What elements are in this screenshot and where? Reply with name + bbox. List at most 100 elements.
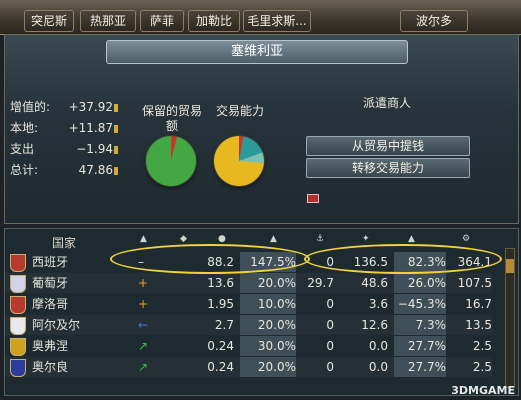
cell-percent: 26.0% xyxy=(394,273,446,293)
cell-value: 12.6 xyxy=(361,318,388,332)
transfer-trade-power-button[interactable]: 转移交易能力 xyxy=(306,158,470,178)
country-name: 奥尔良 xyxy=(32,360,69,374)
scrollbar-thumb[interactable] xyxy=(506,259,514,273)
total-header-icon: ⚙ xyxy=(462,234,471,244)
cell-value: 48.6 xyxy=(361,276,388,290)
cell-percent: 10.0% xyxy=(240,294,296,314)
trade-power-label: 交易能力 xyxy=(215,104,264,118)
country-name: 摩洛哥 xyxy=(32,297,69,311)
trade-action-icon: ← xyxy=(138,318,149,332)
trade-action-icon: ↗ xyxy=(138,360,149,374)
collect-from-trade-button[interactable]: 从贸易中提钱 xyxy=(306,136,470,156)
stat-value: −1.94 xyxy=(76,140,118,158)
cell-value: 0 xyxy=(326,297,334,311)
cell-percent: 27.7% xyxy=(394,336,446,356)
cell-percent: 30.0% xyxy=(240,336,296,356)
tab-genoa[interactable]: 热那亚 xyxy=(80,10,136,32)
stat-outgoing: 支出 −1.94 xyxy=(10,140,124,158)
cell-value: 0.0 xyxy=(368,339,388,353)
cell-value: 2.5 xyxy=(472,339,492,353)
stat-local: 本地: +11.87 xyxy=(10,119,124,137)
cell-value: 1.95 xyxy=(207,297,234,311)
stat-label: 增值的: xyxy=(10,100,51,114)
country-flag-icon[interactable] xyxy=(10,338,26,356)
stat-label: 本地: xyxy=(10,121,39,135)
table-row[interactable]: 摩洛哥 +1.95 10.0% 0 3.6 −45.3% 16.7 xyxy=(4,294,492,314)
stat-total: 总计: 47.86 xyxy=(10,161,124,179)
cell-percent: 82.3% xyxy=(394,252,446,272)
flag-icon xyxy=(307,194,319,203)
trade-power-header-icon: ✦ xyxy=(362,234,370,244)
tab-bordeaux[interactable]: 波尔多 xyxy=(400,10,468,32)
tab-safi[interactable]: 萨菲 xyxy=(140,10,184,32)
table-row[interactable]: 葡萄牙 +13.6 20.0% 29.7 48.6 26.0% 107.5 xyxy=(4,273,492,293)
cell-percent: 147.5% xyxy=(240,252,296,272)
share-header-icon: ▲ xyxy=(408,234,415,244)
cell-value: 2.7 xyxy=(214,318,234,332)
cell-value: 29.7 xyxy=(307,276,334,290)
cell-value: 3.6 xyxy=(368,297,388,311)
trade-value-stats: 增值的: +37.92 本地: +11.87 支出 −1.94 总计: 47.8… xyxy=(10,98,124,182)
cell-value: 136.5 xyxy=(353,255,388,269)
country-name: 阿尔及尔 xyxy=(32,318,81,332)
province-tab-bar: 突尼斯 热那亚 萨菲 加勒比 毛里求斯... 波尔多 xyxy=(0,0,521,35)
cell-value: 0 xyxy=(326,255,334,269)
cell-value: 0 xyxy=(326,318,334,332)
country-column-header: 国家 xyxy=(52,236,77,250)
cell-value: 13.6 xyxy=(207,276,234,290)
table-row[interactable]: 奥弗涅 ↗ 0.24 30.0% 0 0.0 27.7% 2.5 xyxy=(4,336,492,356)
ducat-icon xyxy=(114,104,118,112)
cell-value: 16.7 xyxy=(465,297,492,311)
value-header-icon: ● xyxy=(218,234,226,244)
trade-action-icon: + xyxy=(138,276,149,290)
cell-value: 13.5 xyxy=(465,318,492,332)
table-row[interactable]: 阿尔及尔 ← 2.7 20.0% 0 12.6 7.3% 13.5 xyxy=(4,315,492,335)
ducat-icon xyxy=(114,167,118,175)
cell-percent: −45.3% xyxy=(394,294,446,314)
ducat-icon xyxy=(114,125,118,133)
trade-action-icon: – xyxy=(138,255,144,269)
country-flag-icon[interactable] xyxy=(10,254,26,272)
cell-value: 364.1 xyxy=(457,255,492,269)
cell-value: 88.2 xyxy=(207,255,234,269)
table-row[interactable]: 西班牙 – 88.2 147.5% 0 136.5 82.3% 364.1 xyxy=(4,252,492,272)
cell-value: 2.5 xyxy=(472,360,492,374)
cell-percent: 20.0% xyxy=(240,357,296,377)
country-name: 西班牙 xyxy=(32,255,69,269)
tab-tunis[interactable]: 突尼斯 xyxy=(24,10,74,32)
tab-caribbean[interactable]: 加勒比 xyxy=(188,10,240,32)
table-row[interactable]: 奥尔良 ↗ 0.24 20.0% 0 0.0 27.7% 2.5 xyxy=(4,357,492,377)
retained-trade-pie[interactable] xyxy=(146,136,196,186)
tab-mauritius[interactable]: 毛里求斯... xyxy=(243,10,311,32)
trade-action-icon: + xyxy=(138,297,149,311)
country-flag-icon[interactable] xyxy=(10,296,26,314)
send-merchant-label: 派遣商人 xyxy=(362,96,411,110)
cell-value: 0.0 xyxy=(368,360,388,374)
table-scrollbar[interactable] xyxy=(505,248,515,388)
cell-percent: 20.0% xyxy=(240,315,296,335)
stat-value: 47.86 xyxy=(79,161,118,179)
country-name: 葡萄牙 xyxy=(32,276,69,290)
country-flag-icon[interactable] xyxy=(10,359,26,377)
cell-value: 0 xyxy=(326,360,334,374)
ship-header-icon: ⚓ xyxy=(316,234,325,244)
country-name: 奥弗涅 xyxy=(32,339,69,353)
ducat-icon xyxy=(114,146,118,154)
stat-label: 支出 xyxy=(10,142,35,156)
cell-value: 0 xyxy=(326,339,334,353)
cell-value: 0.24 xyxy=(207,360,234,374)
cell-percent: 20.0% xyxy=(240,273,296,293)
cell-value: 0.24 xyxy=(207,339,234,353)
country-flag-icon[interactable] xyxy=(10,317,26,335)
stat-increased: 增值的: +37.92 xyxy=(10,98,124,116)
country-flag-icon[interactable] xyxy=(10,275,26,293)
stat-value: +37.92 xyxy=(69,98,118,116)
cell-percent: 7.3% xyxy=(394,315,446,335)
percent-header-icon: ▲ xyxy=(270,234,277,244)
stat-label: 总计: xyxy=(10,163,39,177)
watermark: 3DMGAME xyxy=(451,384,515,397)
direction-header-icon: ◆ xyxy=(180,234,187,244)
trade-node-title: 塞维利亚 xyxy=(106,40,408,64)
trade-power-pie[interactable] xyxy=(214,136,264,186)
cell-percent: 27.7% xyxy=(394,357,446,377)
